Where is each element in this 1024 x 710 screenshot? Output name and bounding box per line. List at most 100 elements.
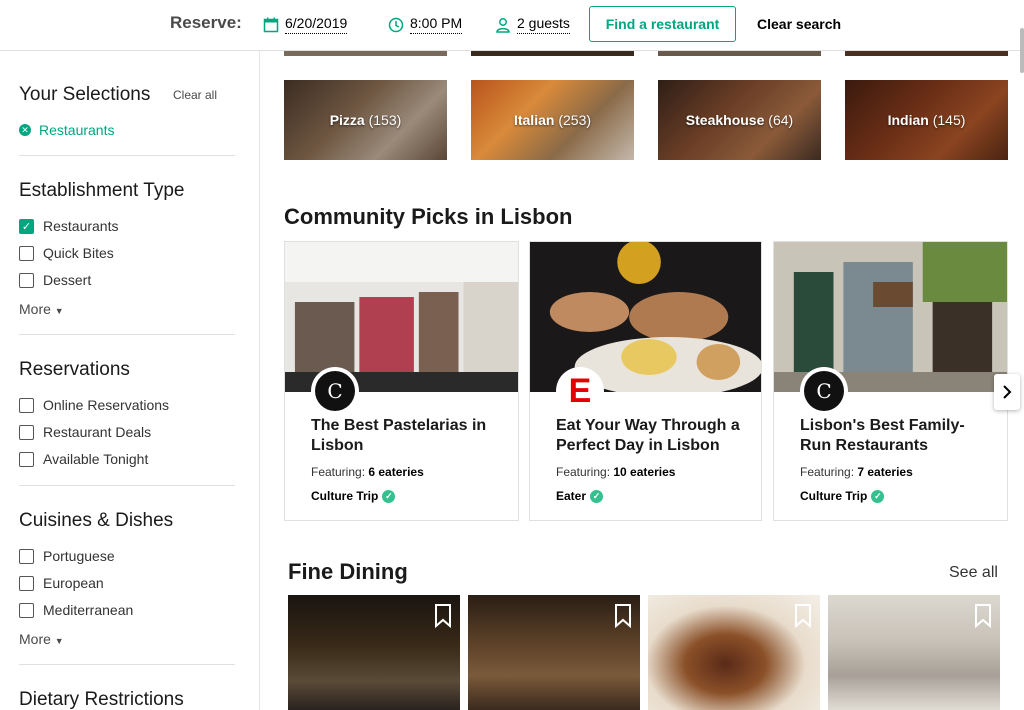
restaurant-facade-photo: [774, 242, 1007, 392]
checkbox[interactable]: [19, 245, 34, 261]
category-count: (145): [932, 112, 966, 128]
checkbox[interactable]: [19, 548, 34, 564]
filter-available-tonight[interactable]: Available Tonight: [19, 451, 148, 467]
filter-label: Restaurant Deals: [43, 424, 152, 440]
category-tile-steakhouse[interactable]: Steakhouse (64): [658, 80, 821, 160]
divider: [19, 664, 235, 665]
filter-mediterranean[interactable]: Mediterranean: [19, 602, 133, 618]
filter-online-reservations[interactable]: Online Reservations: [19, 397, 169, 413]
fine-dining-title: Fine Dining: [288, 559, 408, 584]
featuring-count: 6 eateries: [368, 465, 424, 479]
pick-title[interactable]: Eat Your Way Through a Perfect Day in Li…: [556, 416, 751, 456]
category-tile-partial[interactable]: [658, 51, 821, 56]
category-tile-partial[interactable]: [845, 51, 1008, 56]
check-circle-icon: ✓: [382, 489, 396, 503]
pick-source[interactable]: Culture Trip ✓: [311, 489, 396, 503]
bookmark-icon[interactable]: [794, 604, 812, 628]
filter-portuguese[interactable]: Portuguese: [19, 548, 115, 564]
pick-featuring: Featuring: 10 eateries: [556, 465, 675, 479]
filter-restaurants[interactable]: ✓ Restaurants: [19, 218, 118, 234]
category-count: (64): [768, 112, 794, 128]
checkbox[interactable]: [19, 397, 34, 413]
dietary-title: Dietary Restrictions: [19, 689, 184, 710]
scrollbar-thumb[interactable]: [1020, 28, 1024, 73]
logo-glyph: C: [315, 371, 355, 411]
filter-label: Online Reservations: [43, 397, 170, 413]
checkbox[interactable]: [19, 602, 34, 618]
category-count: (153): [368, 112, 402, 128]
divider: [19, 155, 235, 156]
category-tile-italian[interactable]: Italian (253): [471, 80, 634, 160]
category-tile-pizza[interactable]: Pizza (153): [284, 80, 447, 160]
check-circle-icon: ✓: [590, 489, 604, 503]
category-label: Indian (145): [888, 112, 966, 128]
time-picker[interactable]: 8:00 PM: [388, 15, 463, 34]
bookmark-icon[interactable]: [974, 604, 992, 628]
more-label: More: [19, 631, 51, 647]
filter-label: Restaurants: [43, 218, 119, 234]
clear-search-link[interactable]: Clear search: [757, 16, 841, 32]
featuring-label: Featuring:: [311, 465, 366, 479]
pick-title[interactable]: The Best Pastelarias in Lisbon: [311, 416, 506, 456]
food-hands-photo: [530, 242, 761, 392]
see-all-link[interactable]: See all: [949, 564, 998, 582]
fine-dining-card[interactable]: [468, 595, 640, 710]
more-cuisines-link[interactable]: More ▼: [19, 631, 64, 647]
guests-picker[interactable]: 2 guests: [495, 15, 570, 34]
filter-label: Available Tonight: [43, 451, 149, 467]
filter-dessert[interactable]: Dessert: [19, 272, 91, 288]
cuisines-title: Cuisines & Dishes: [19, 510, 174, 531]
fine-dining-card[interactable]: [828, 595, 1000, 710]
clear-all-link[interactable]: Clear all: [173, 88, 217, 102]
remove-icon[interactable]: ✕: [19, 124, 31, 136]
source-name: Culture Trip: [800, 489, 868, 503]
calendar-icon: [263, 17, 279, 32]
pick-title[interactable]: Lisbon's Best Family-Run Restaurants: [800, 416, 995, 456]
filter-label: Portuguese: [43, 548, 115, 564]
filter-quick-bites[interactable]: Quick Bites: [19, 245, 114, 261]
category-label: Pizza (153): [330, 112, 402, 128]
pastelaria-photo: [285, 242, 518, 392]
category-tile-indian[interactable]: Indian (145): [845, 80, 1008, 160]
checkbox[interactable]: [19, 575, 34, 591]
checkbox-checked[interactable]: ✓: [19, 218, 34, 234]
checkbox[interactable]: [19, 451, 34, 467]
culture-trip-logo: C: [800, 367, 848, 415]
date-picker[interactable]: 6/20/2019: [263, 15, 348, 34]
selected-filter-restaurants[interactable]: ✕ Restaurants: [19, 122, 114, 138]
chevron-right-icon: [1003, 385, 1012, 399]
filter-restaurant-deals[interactable]: Restaurant Deals: [19, 424, 151, 440]
pick-source[interactable]: Culture Trip ✓: [800, 489, 885, 503]
category-tile-partial[interactable]: [471, 51, 634, 56]
pick-featuring: Featuring: 6 eateries: [311, 465, 424, 479]
category-count: (253): [558, 112, 592, 128]
cuisines-section: Cuisines & Dishes: [19, 510, 235, 532]
bookmark-icon[interactable]: [614, 604, 632, 628]
source-name: Culture Trip: [311, 489, 379, 503]
community-pick-card[interactable]: C The Best Pastelarias in Lisbon Featuri…: [284, 241, 519, 521]
fine-dining-card[interactable]: [288, 595, 460, 710]
bookmark-icon[interactable]: [434, 604, 452, 628]
category-tile-partial[interactable]: [284, 51, 447, 56]
checkbox[interactable]: [19, 272, 34, 288]
featuring-label: Featuring:: [800, 465, 855, 479]
logo-glyph: E: [568, 371, 592, 410]
find-restaurant-button[interactable]: Find a restaurant: [589, 6, 736, 42]
carousel-next-button[interactable]: [994, 374, 1020, 410]
community-picks-title: Community Picks in Lisbon: [284, 204, 573, 229]
divider: [19, 485, 235, 486]
category-name: Steakhouse: [685, 112, 765, 128]
logo-glyph: C: [804, 371, 844, 411]
filter-european[interactable]: European: [19, 575, 104, 591]
pick-source[interactable]: Eater ✓: [556, 489, 604, 503]
filter-label: Dessert: [43, 272, 92, 288]
community-pick-card[interactable]: C Lisbon's Best Family-Run Restaurants F…: [773, 241, 1008, 521]
fine-dining-card[interactable]: [648, 595, 820, 710]
checkbox[interactable]: [19, 424, 34, 440]
guests-value: 2 guests: [517, 15, 570, 34]
more-establishment-link[interactable]: More ▼: [19, 301, 64, 317]
more-label: More: [19, 301, 51, 317]
filter-label: Mediterranean: [43, 602, 134, 618]
category-name: Italian: [513, 112, 555, 128]
community-pick-card[interactable]: E Eat Your Way Through a Perfect Day in …: [529, 241, 762, 521]
